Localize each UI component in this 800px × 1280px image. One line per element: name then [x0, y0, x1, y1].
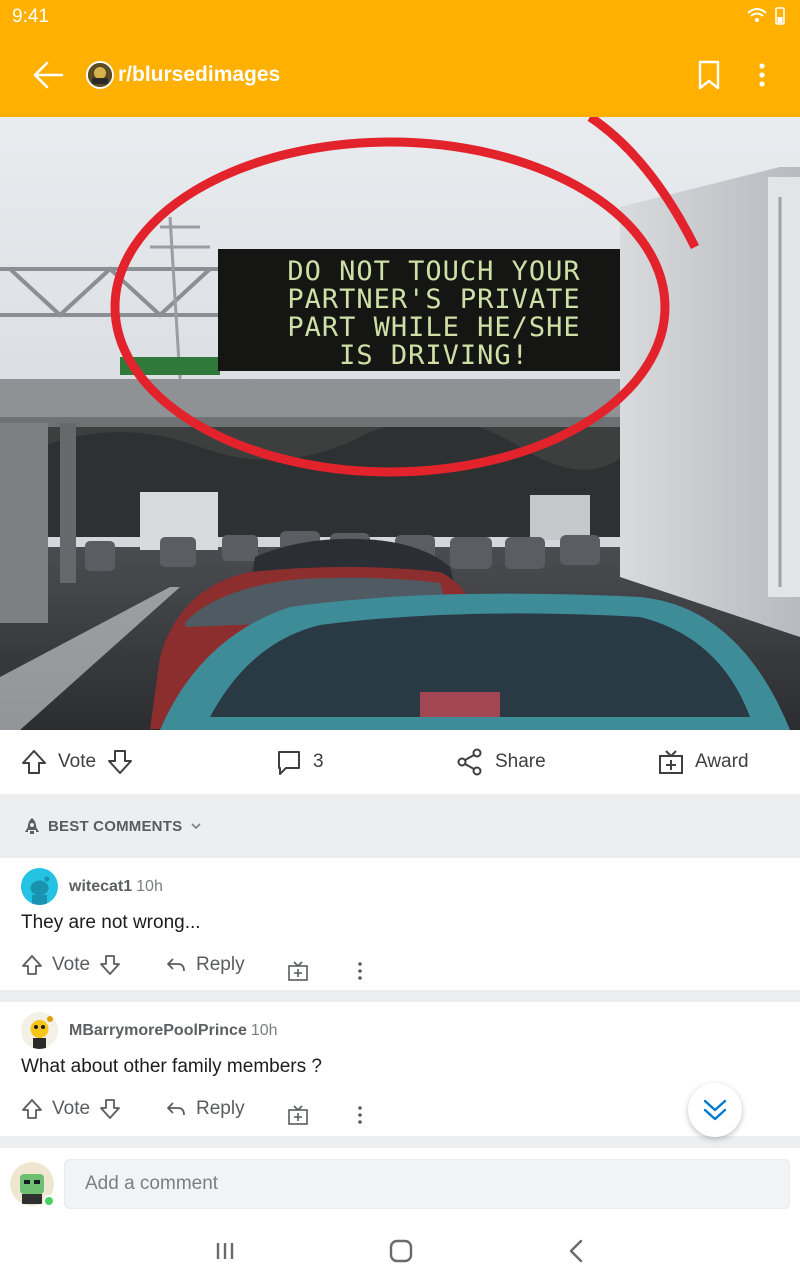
status-time: 9:41 — [12, 6, 49, 27]
subreddit-avatar[interactable] — [86, 61, 114, 89]
comment-body: They are not wrong... — [21, 912, 201, 933]
downvote-icon[interactable] — [99, 1098, 121, 1120]
share-button[interactable]: Share — [457, 730, 556, 794]
award-button[interactable]: Award — [657, 730, 759, 794]
commenter-avatar[interactable] — [21, 1012, 58, 1049]
post-image[interactable]: DO NOT TOUCH YOUR PARTNER'S PRIVATE PART… — [0, 117, 800, 730]
more-options-icon[interactable] — [352, 1098, 368, 1132]
double-chevron-down-icon — [703, 1099, 727, 1121]
reply-button[interactable]: Reply — [165, 948, 254, 982]
comment-vote-label: Vote — [52, 1098, 91, 1119]
post-vote-group: Vote — [20, 730, 134, 794]
bookmark-icon[interactable] — [694, 58, 724, 92]
online-status-dot — [43, 1195, 55, 1207]
comment-time: 10h — [250, 1022, 278, 1039]
downvote-icon[interactable] — [106, 748, 134, 776]
reply-label: Reply — [196, 1098, 245, 1119]
award-gift-icon — [659, 750, 683, 774]
back-nav-icon[interactable] — [562, 1234, 592, 1268]
comment-body: What about other family members ? — [21, 1056, 322, 1077]
award-label: Award — [695, 751, 749, 772]
user-avatar[interactable] — [10, 1162, 55, 1207]
more-options-icon[interactable] — [748, 58, 776, 92]
comment-item: MBarrymorePoolPrince 10h What about other… — [0, 1002, 800, 1136]
comment-meta: witecat1 10h — [69, 878, 163, 896]
sign-line-3: PART WHILE HE/SHE — [287, 312, 580, 343]
downvote-icon[interactable] — [99, 954, 121, 976]
subreddit-name[interactable]: r/blursedimages — [118, 63, 280, 87]
comments-button[interactable]: 3 — [275, 730, 334, 794]
comment-divider — [0, 990, 800, 1002]
chevron-down-icon — [191, 823, 201, 830]
reply-arrow-icon — [167, 958, 185, 972]
wifi-battery-icon — [747, 7, 785, 25]
comment-author[interactable]: witecat1 — [69, 878, 132, 895]
comment-item: witecat1 10h They are not wrong... Vote R… — [0, 858, 800, 990]
sign-line-1: DO NOT TOUCH YOUR — [287, 256, 580, 287]
post-vote-label: Vote — [58, 751, 97, 772]
recent-apps-icon[interactable] — [210, 1234, 240, 1268]
post-action-bar: Vote 3 Share Award — [0, 730, 800, 794]
comment-bubble-icon — [278, 751, 300, 775]
more-options-icon[interactable] — [352, 954, 368, 988]
comment-vote-group: Vote — [21, 948, 121, 982]
rocket-icon — [25, 818, 39, 834]
comment-author[interactable]: MBarrymorePoolPrince — [69, 1022, 247, 1039]
sign-line-2: PARTNER'S PRIVATE — [287, 284, 580, 315]
share-icon — [457, 748, 482, 776]
reply-arrow-icon — [167, 1102, 185, 1116]
app-header: 9:41 r/blursedimages — [0, 0, 800, 117]
upvote-icon[interactable] — [21, 1098, 43, 1120]
comment-input[interactable] — [64, 1159, 790, 1209]
comment-actions: Vote Reply — [0, 1092, 800, 1126]
comment-vote-group: Vote — [21, 1092, 121, 1126]
next-comment-button[interactable] — [688, 1083, 742, 1137]
reply-button[interactable]: Reply — [165, 1092, 254, 1126]
award-gift-icon[interactable] — [287, 1098, 309, 1132]
sort-comments-dropdown[interactable]: BEST COMMENTS — [22, 814, 202, 838]
commenter-avatar[interactable] — [21, 868, 58, 905]
comment-vote-label: Vote — [52, 954, 91, 975]
back-arrow-icon[interactable] — [30, 58, 66, 92]
upvote-icon[interactable] — [20, 748, 48, 776]
award-gift-icon[interactable] — [287, 954, 309, 988]
reply-label: Reply — [196, 954, 245, 975]
sign-line-4: IS DRIVING! — [339, 340, 529, 371]
upvote-icon[interactable] — [21, 954, 43, 976]
share-label: Share — [495, 751, 546, 772]
comment-actions: Vote Reply — [0, 948, 800, 982]
comment-count: 3 — [313, 751, 324, 772]
system-nav-bar — [0, 1222, 800, 1280]
comment-time: 10h — [136, 878, 163, 895]
comment-divider — [0, 1136, 800, 1148]
comment-meta: MBarrymorePoolPrince 10h — [69, 1022, 278, 1040]
home-icon[interactable] — [386, 1234, 416, 1268]
comment-composer — [0, 1148, 800, 1222]
sort-label: BEST COMMENTS — [48, 817, 183, 835]
